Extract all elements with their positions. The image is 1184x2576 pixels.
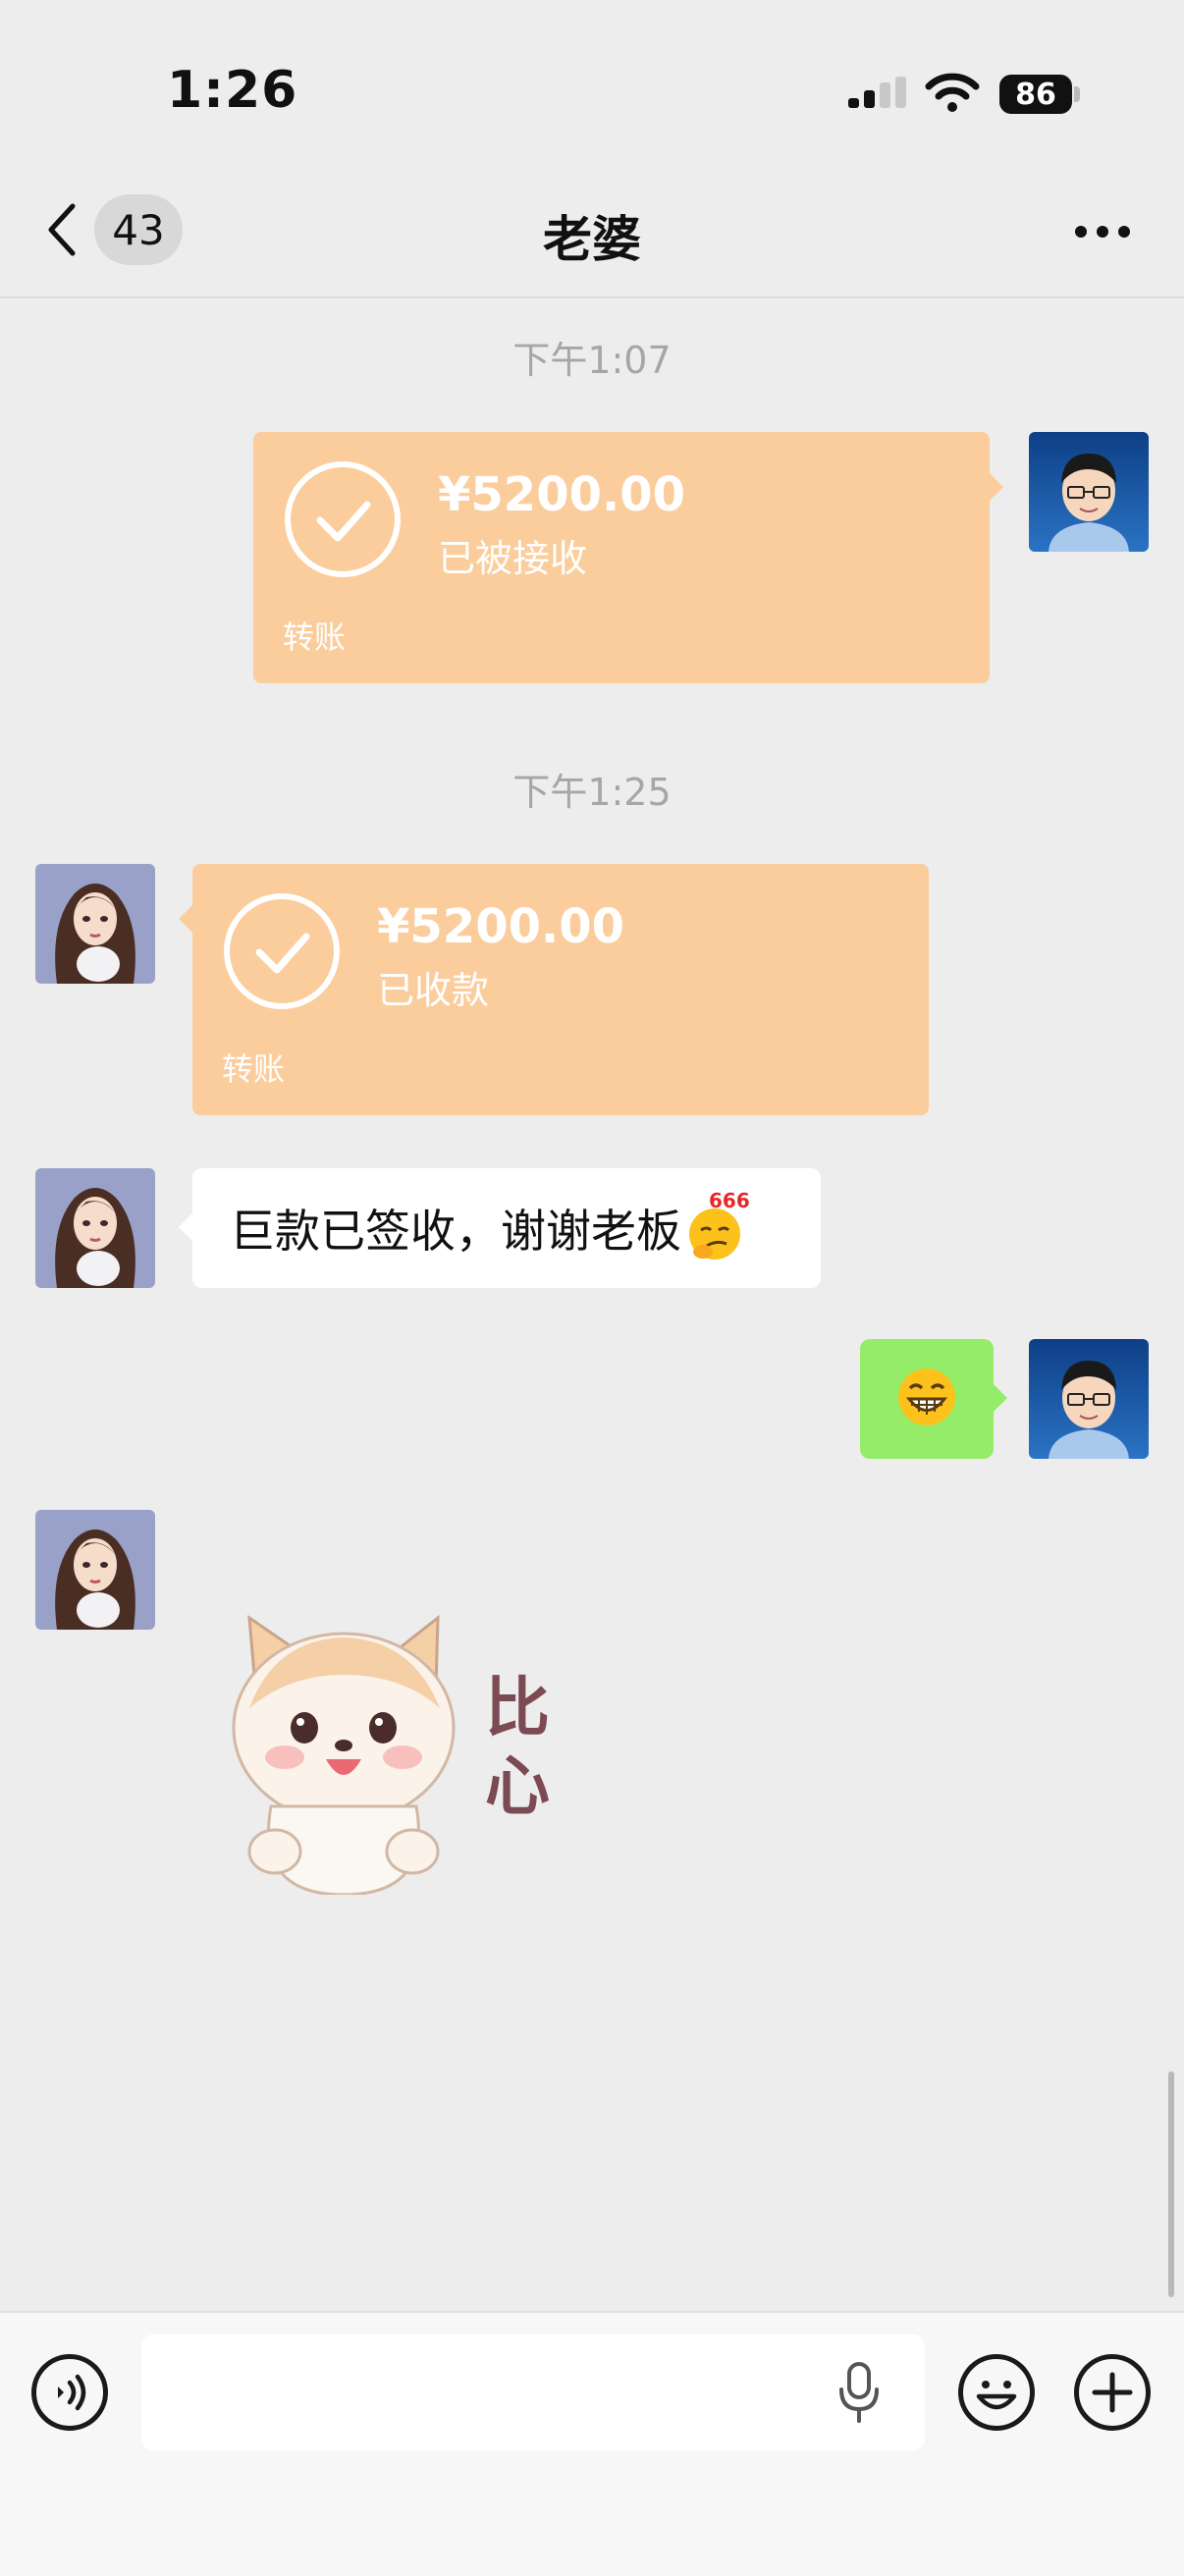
cellular-signal-icon xyxy=(848,77,907,122)
check-circle-icon xyxy=(224,893,340,1009)
bubble-tail xyxy=(990,473,1003,501)
transfer-card-sent[interactable]: ¥5200.00 已被接收 转账 xyxy=(253,432,990,683)
thinking-emoji-icon: 666 xyxy=(683,1189,750,1260)
voice-icon[interactable] xyxy=(31,2354,108,2431)
emoji-message[interactable] xyxy=(860,1339,994,1459)
bubble-tail xyxy=(179,905,192,933)
contact-avatar[interactable] xyxy=(35,1168,155,1288)
message-text: 巨款已签收，谢谢老板 xyxy=(230,1205,681,1258)
contact-avatar[interactable] xyxy=(35,1510,155,1630)
my-avatar[interactable] xyxy=(1029,432,1149,552)
wifi-icon xyxy=(925,73,980,118)
puppy-sticker-icon xyxy=(232,1614,456,1895)
check-circle-icon xyxy=(285,461,401,577)
grin-emoji-icon xyxy=(896,1367,957,1431)
microphone-icon[interactable] xyxy=(836,2360,882,2429)
bubble-tail xyxy=(994,1384,1007,1412)
sticker-message[interactable]: 比心 xyxy=(216,1610,589,1895)
battery-tip xyxy=(1074,86,1080,102)
transfer-amount: ¥5200.00 xyxy=(377,899,625,954)
emoji-badge: 666 xyxy=(709,1189,750,1212)
battery-indicator: 86 xyxy=(999,75,1072,114)
transfer-label: 转账 xyxy=(222,1050,286,1088)
transfer-status: 已收款 xyxy=(377,969,490,1012)
sticker-text: 比心 xyxy=(485,1670,550,1824)
contact-avatar[interactable] xyxy=(35,864,155,984)
plus-icon[interactable] xyxy=(1074,2354,1151,2431)
message-input[interactable] xyxy=(141,2334,925,2450)
status-time: 1:26 xyxy=(167,61,298,120)
transfer-card-received[interactable]: ¥5200.00 已收款 转账 xyxy=(192,864,929,1115)
more-options-icon[interactable] xyxy=(1074,224,1131,242)
emoji-icon[interactable] xyxy=(958,2354,1035,2431)
timestamp: 下午1:25 xyxy=(512,771,672,814)
scrollbar[interactable] xyxy=(1168,2071,1174,2297)
transfer-status: 已被接收 xyxy=(438,537,588,580)
my-avatar[interactable] xyxy=(1029,1339,1149,1459)
transfer-label: 转账 xyxy=(283,618,347,656)
timestamp: 下午1:07 xyxy=(512,339,672,382)
transfer-amount: ¥5200.00 xyxy=(438,467,686,522)
bubble-tail xyxy=(179,1213,192,1241)
chat-title[interactable]: 老婆 xyxy=(0,200,1184,271)
text-message[interactable]: 巨款已签收，谢谢老板 666 xyxy=(192,1168,821,1288)
